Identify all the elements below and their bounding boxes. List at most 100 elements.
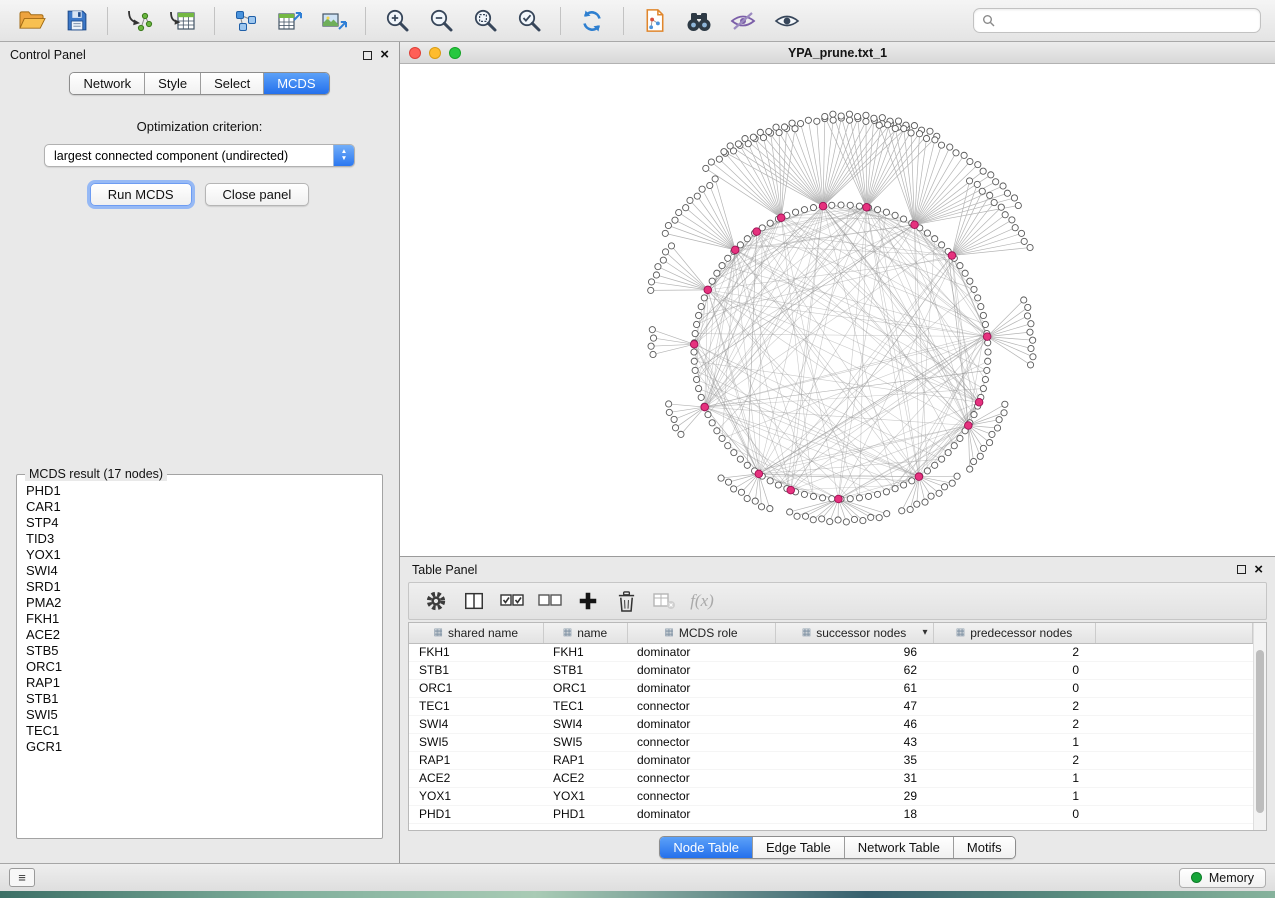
tab-motifs[interactable]: Motifs <box>954 837 1015 858</box>
memory-button[interactable]: Memory <box>1179 868 1266 888</box>
mcds-node-item[interactable]: CAR1 <box>17 499 382 515</box>
save-session-button[interactable] <box>56 3 96 39</box>
float-table-panel-icon[interactable] <box>1237 565 1246 574</box>
toolbar-separator <box>107 7 108 35</box>
dropdown-arrows-icon: ▲▼ <box>333 145 354 166</box>
clone-network-button[interactable] <box>635 3 675 39</box>
table-row[interactable]: ORC1ORC1dominator610 <box>409 679 1253 697</box>
add-row-button[interactable] <box>571 585 605 617</box>
search-input[interactable] <box>1000 14 1252 28</box>
window-close-button[interactable] <box>409 47 421 59</box>
column-header[interactable]: ▦MCDS role <box>627 623 775 643</box>
table-row[interactable]: PHD1PHD1dominator180 <box>409 805 1253 823</box>
show-graphics-details-button[interactable] <box>767 3 807 39</box>
table-row[interactable]: TEC1TEC1connector472 <box>409 697 1253 715</box>
mcds-node-item[interactable]: TID3 <box>17 531 382 547</box>
scrollbar-thumb[interactable] <box>1256 650 1264 814</box>
mcds-node-item[interactable]: SWI4 <box>17 563 382 579</box>
tab-node-table[interactable]: Node Table <box>660 837 753 858</box>
mcds-node-item[interactable]: ORC1 <box>17 659 382 675</box>
network-document-icon <box>642 7 668 34</box>
table-column-icon: ▦ <box>434 627 443 638</box>
run-mcds-button[interactable]: Run MCDS <box>90 183 192 206</box>
search-icon <box>982 14 995 27</box>
table-panel: Table Panel × <box>400 557 1275 863</box>
mcds-node-item[interactable]: SRD1 <box>17 579 382 595</box>
column-header[interactable]: ▦name <box>543 623 627 643</box>
float-panel-icon[interactable] <box>363 51 372 60</box>
column-header[interactable]: ▦predecessor nodes <box>933 623 1095 643</box>
criterion-select[interactable]: largest connected component (undirected)… <box>44 144 355 167</box>
import-table-icon <box>169 8 197 34</box>
toolbar-search[interactable] <box>973 8 1261 33</box>
export-table-icon <box>276 8 304 34</box>
table-settings-button[interactable] <box>419 585 453 617</box>
control-panel: Control Panel × Network Style Select MCD… <box>0 42 400 863</box>
zoom-in-button[interactable] <box>377 3 417 39</box>
zoom-selected-button[interactable] <box>509 3 549 39</box>
tab-network[interactable]: Network <box>70 73 145 94</box>
table-row[interactable]: STB1STB1dominator620 <box>409 661 1253 679</box>
find-button[interactable] <box>679 3 719 39</box>
zoom-fit-button[interactable] <box>465 3 505 39</box>
deselect-all-button[interactable] <box>533 585 567 617</box>
mcds-panel-body: Optimization criterion: largest connecte… <box>0 103 399 863</box>
import-network-button[interactable] <box>119 3 159 39</box>
close-panel-icon[interactable]: × <box>380 49 389 61</box>
criterion-selected-value: largest connected component (undirected) <box>54 149 288 163</box>
application-window: Control Panel × Network Style Select MCD… <box>0 0 1275 898</box>
tab-edge-table[interactable]: Edge Table <box>753 837 845 858</box>
show-panels-button[interactable]: ≡ <box>9 868 35 887</box>
delete-button[interactable] <box>609 585 643 617</box>
mcds-node-item[interactable]: GCR1 <box>17 739 382 755</box>
column-header[interactable]: ▦shared name <box>409 623 543 643</box>
optimization-criterion-label: Optimization criterion: <box>14 119 385 134</box>
tab-mcds[interactable]: MCDS <box>264 73 328 94</box>
network-canvas[interactable] <box>400 64 1275 556</box>
table-column-icon: ▦ <box>664 627 673 638</box>
table-column-icon: ▦ <box>802 627 811 638</box>
table-row[interactable]: FKH1FKH1dominator962 <box>409 643 1253 661</box>
refresh-view-button[interactable] <box>572 3 612 39</box>
sort-arrow-icon[interactable]: ▾ <box>922 627 927 638</box>
mcds-node-item[interactable]: YOX1 <box>17 547 382 563</box>
open-session-button[interactable] <box>12 3 52 39</box>
mcds-node-item[interactable]: FKH1 <box>17 611 382 627</box>
export-image-button[interactable] <box>314 3 354 39</box>
window-zoom-button[interactable] <box>449 47 461 59</box>
zoom-out-button[interactable] <box>421 3 461 39</box>
export-network-icon <box>233 8 259 34</box>
table-tab-bar: Node Table Edge Table Network Table Moti… <box>400 831 1275 863</box>
window-minimize-button[interactable] <box>429 47 441 59</box>
mcds-node-item[interactable]: PMA2 <box>17 595 382 611</box>
mcds-node-item[interactable]: STB1 <box>17 691 382 707</box>
import-table-button[interactable] <box>163 3 203 39</box>
table-row[interactable]: YOX1YOX1connector291 <box>409 787 1253 805</box>
network-and-table-area: YPA_prune.txt_1 Table Panel × <box>400 42 1275 863</box>
mcds-node-item[interactable]: TEC1 <box>17 723 382 739</box>
table-row[interactable]: SWI5SWI5connector431 <box>409 733 1253 751</box>
main-area: Control Panel × Network Style Select MCD… <box>0 42 1275 863</box>
export-table-button[interactable] <box>270 3 310 39</box>
show-columns-button[interactable] <box>457 585 491 617</box>
mcds-node-item[interactable]: SWI5 <box>17 707 382 723</box>
column-header[interactable]: ▦successor nodes▾ <box>775 623 933 643</box>
table-row[interactable]: ACE2ACE2connector311 <box>409 769 1253 787</box>
close-table-panel-icon[interactable]: × <box>1254 564 1263 576</box>
tab-style[interactable]: Style <box>145 73 201 94</box>
mcds-node-item[interactable]: RAP1 <box>17 675 382 691</box>
eye-slash-icon <box>729 9 757 33</box>
table-row[interactable]: RAP1RAP1dominator352 <box>409 751 1253 769</box>
tab-network-table[interactable]: Network Table <box>845 837 954 858</box>
mcds-node-item[interactable]: STB5 <box>17 643 382 659</box>
table-row[interactable]: SWI4SWI4dominator462 <box>409 715 1253 733</box>
hide-graphics-details-button[interactable] <box>723 3 763 39</box>
tab-select[interactable]: Select <box>201 73 264 94</box>
select-all-button[interactable] <box>495 585 529 617</box>
table-scrollbar[interactable] <box>1253 623 1266 830</box>
export-network-button[interactable] <box>226 3 266 39</box>
mcds-node-item[interactable]: STP4 <box>17 515 382 531</box>
close-panel-button[interactable]: Close panel <box>205 183 310 206</box>
mcds-node-item[interactable]: ACE2 <box>17 627 382 643</box>
mcds-node-item[interactable]: PHD1 <box>17 483 382 499</box>
